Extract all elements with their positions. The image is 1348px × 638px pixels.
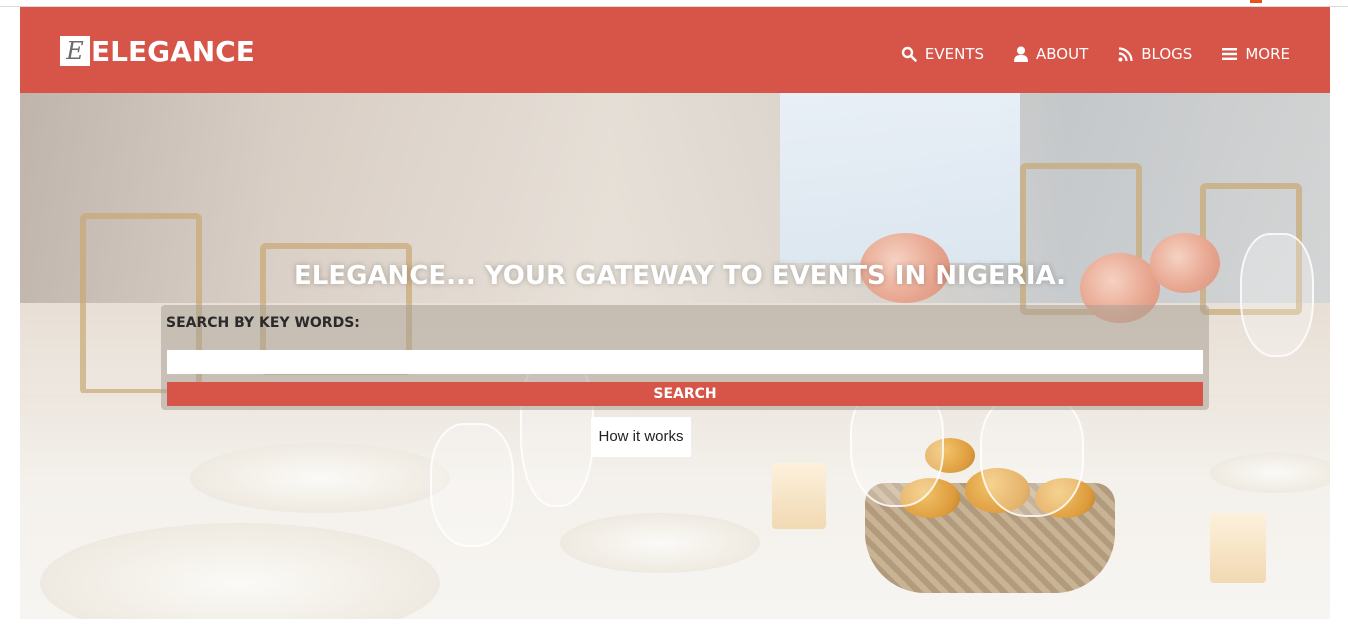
user-icon (1014, 46, 1029, 62)
hero-section: ELEGANCE... YOUR GATEWAY TO EVENTS IN NI… (20, 93, 1330, 619)
brand-logo-icon: E (60, 36, 90, 66)
glass-image (980, 393, 1084, 517)
brand-logo-letter: E (66, 37, 84, 65)
search-icon (901, 46, 917, 62)
nav-item-events[interactable]: EVENTS (901, 43, 984, 65)
nav-item-events-label: EVENTS (924, 45, 985, 63)
page-frame: E ELEGANCE EVENTS ABOUT BLOGS MORE ELEGA… (20, 7, 1330, 619)
candle-image (1210, 513, 1266, 583)
search-button[interactable]: SEARCH (167, 382, 1203, 406)
nav-item-more-label: MORE (1245, 45, 1290, 63)
brand-name: ELEGANCE (91, 34, 255, 68)
plate-image (190, 443, 450, 513)
brand-link[interactable]: E ELEGANCE (60, 33, 255, 69)
nav-item-blogs[interactable]: BLOGS (1118, 43, 1192, 65)
nav-item-blogs-label: BLOGS (1141, 45, 1193, 63)
glass-image (430, 423, 514, 547)
nav-item-about[interactable]: ABOUT (1014, 43, 1088, 65)
how-it-works-button[interactable]: How it works (591, 417, 691, 457)
nav-item-more[interactable]: MORE (1222, 43, 1290, 65)
main-nav: EVENTS ABOUT BLOGS MORE (871, 43, 1290, 65)
search-input[interactable] (167, 350, 1203, 374)
plate-image (560, 513, 760, 573)
search-panel: SEARCH BY KEY WORDS: SEARCH (161, 305, 1209, 410)
navbar: E ELEGANCE EVENTS ABOUT BLOGS MORE (20, 7, 1330, 93)
glass-image (1240, 233, 1314, 357)
hero-headline: ELEGANCE... YOUR GATEWAY TO EVENTS IN NI… (294, 261, 1066, 291)
nav-item-about-label: ABOUT (1036, 45, 1089, 63)
corner-indicator (1250, 0, 1262, 3)
menu-icon (1222, 48, 1238, 60)
plate-image (1210, 453, 1330, 493)
candle-image (772, 463, 826, 529)
search-label: SEARCH BY KEY WORDS: (166, 315, 360, 331)
rss-icon (1118, 46, 1133, 61)
